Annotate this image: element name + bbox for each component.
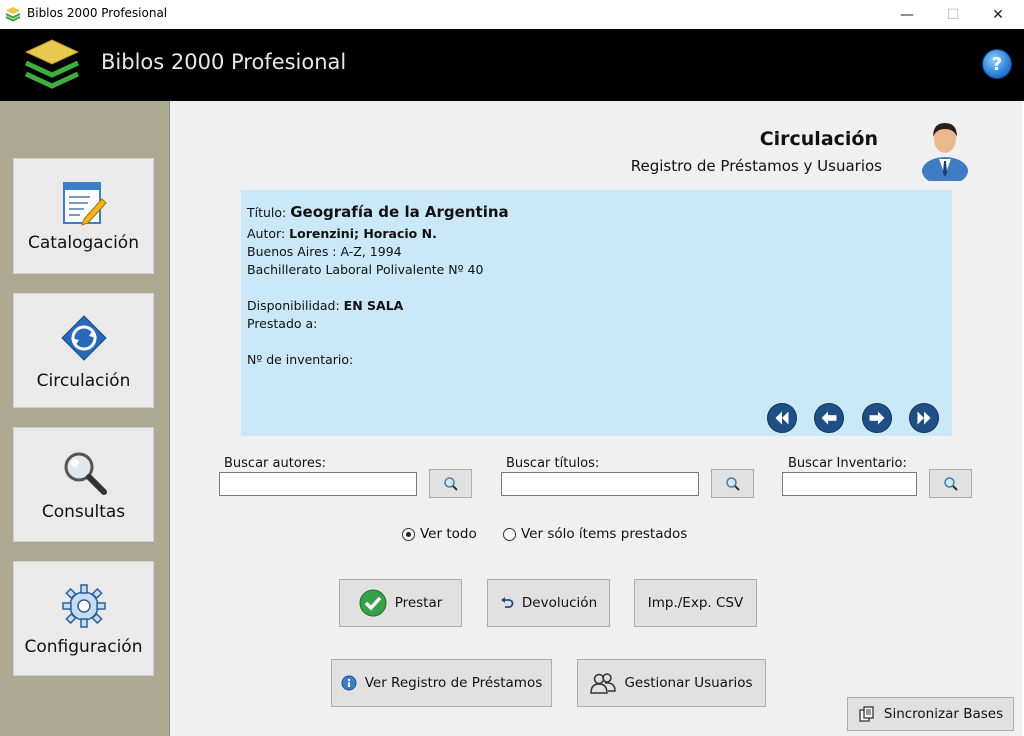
button-label: Sincronizar Bases [883,706,1004,722]
sidebar-item-label: Catalogación [28,233,139,253]
catalog-icon [63,182,107,226]
search-icon [725,476,740,491]
sidebar-item-configuracion[interactable]: Configuración [13,561,154,676]
undo-icon [500,596,514,610]
search-inventory-input[interactable] [782,472,917,496]
app-logo-icon [24,39,80,89]
sidebar: Catalogación Circulación Consultas Confi… [0,101,169,736]
next-record-icon[interactable] [862,403,892,433]
record-availability-row: Disponibilidad: EN SALA [247,298,403,313]
record-title-label: Título: [247,205,287,220]
button-label: Imp./Exp. CSV [647,595,744,611]
radio-label: Ver sólo ítems prestados [521,526,688,542]
main-panel: Circulación Registro de Préstamos y Usua… [169,101,1022,736]
help-button[interactable]: ? [982,49,1012,79]
app-logo-icon [5,7,21,22]
sync-databases-button[interactable]: Sincronizar Bases [847,697,1014,731]
availability-value: EN SALA [343,298,404,313]
radio-ver-solo-prestados[interactable]: Ver sólo ítems prestados [503,526,687,542]
search-authors-button[interactable] [429,469,472,498]
gear-icon [62,584,106,628]
radio-ver-todo[interactable]: Ver todo [402,526,477,542]
lent-to-label: Prestado a: [247,316,318,331]
section-subtitle: Registro de Préstamos y Usuarios [630,157,882,175]
record-title-value: Geografía de la Argentina [290,203,509,221]
radio-indicator [503,527,516,541]
app-header: Biblos 2000 Profesional ? [0,29,1024,101]
record-author-value: Lorenzini; Horacio N. [289,226,437,241]
radio-indicator-selected [402,527,415,541]
first-record-icon[interactable] [767,403,797,433]
section-title: Circulación [759,128,878,150]
view-loan-log-button[interactable]: Ver Registro de Préstamos [331,659,552,707]
availability-label: Disponibilidad: [247,298,340,313]
inventory-number-label: Nº de inventario: [247,352,354,367]
search-titles-label: Buscar títulos: [506,456,600,471]
window-title: Biblos 2000 Profesional [27,6,168,20]
search-authors-label: Buscar autores: [224,456,326,471]
record-title-row: Título: Geografía de la Argentina [247,203,509,221]
minimize-button[interactable]: — [884,0,930,29]
manage-users-button[interactable]: Gestionar Usuarios [577,659,766,707]
button-label: Ver Registro de Préstamos [364,675,543,691]
copy-icon [858,705,876,723]
lend-button[interactable]: Prestar [339,579,462,627]
search-authors-input[interactable] [219,472,417,496]
sidebar-item-consultas[interactable]: Consultas [13,427,154,542]
circulation-icon [61,315,107,361]
search-titles-input[interactable] [501,472,699,496]
sidebar-item-label: Configuración [24,637,143,657]
radio-label: Ver todo [420,526,477,542]
record-publisher: Buenos Aires : A-Z, 1994 [247,244,402,259]
last-record-icon[interactable] [909,403,939,433]
magnifier-icon [64,452,107,495]
record-details-panel: Título: Geografía de la Argentina Autor:… [241,190,952,436]
record-author-row: Autor: Lorenzini; Horacio N. [247,226,437,241]
users-icon [590,672,617,694]
search-inventory-label: Buscar Inventario: [788,456,907,471]
check-icon [359,589,387,617]
previous-record-icon[interactable] [814,403,844,433]
search-icon [943,476,958,491]
window-titlebar: Biblos 2000 Profesional — ☐ ✕ [0,0,1024,29]
return-button[interactable]: Devolución [487,579,610,627]
button-label: Devolución [521,595,598,611]
button-label: Gestionar Usuarios [624,675,753,691]
sidebar-item-circulacion[interactable]: Circulación [13,293,154,408]
maximize-button[interactable]: ☐ [930,0,976,29]
close-button[interactable]: ✕ [975,0,1021,29]
info-icon [341,675,357,691]
search-titles-button[interactable] [711,469,754,498]
record-author-label: Autor: [247,226,286,241]
sidebar-item-label: Circulación [36,371,131,391]
sidebar-item-catalogacion[interactable]: Catalogación [13,158,154,274]
sidebar-item-label: Consultas [41,502,126,522]
search-inventory-button[interactable] [929,469,972,498]
import-export-csv-button[interactable]: Imp./Exp. CSV [634,579,757,627]
user-icon [922,123,968,181]
app-title: Biblos 2000 Profesional [101,50,347,74]
record-library: Bachillerato Laboral Polivalente Nº 40 [247,262,484,277]
search-icon [443,476,458,491]
button-label: Prestar [394,595,443,611]
